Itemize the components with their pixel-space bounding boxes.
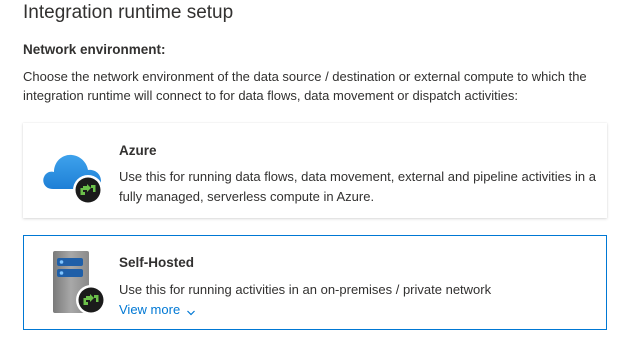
integration-runtime-setup-panel: Integration runtime setup Network enviro… bbox=[0, 0, 619, 348]
view-more-link[interactable]: View more bbox=[119, 301, 196, 319]
view-more-label: View more bbox=[119, 302, 181, 317]
option-description-self-hosted: Use this for running activities in an on… bbox=[119, 282, 492, 297]
option-description-azure: Use this for running data flows, data mo… bbox=[119, 169, 596, 204]
option-title-azure: Azure bbox=[119, 143, 157, 158]
option-title-self-hosted: Self-Hosted bbox=[119, 255, 195, 270]
network-environment-description: Choose the network environment of the da… bbox=[23, 69, 587, 103]
azure-cloud-icon bbox=[39, 137, 105, 207]
option-card-self-hosted[interactable]: Self-Hosted Use this for running activit… bbox=[23, 235, 607, 330]
option-card-azure[interactable]: Azure Use this for running data flows, d… bbox=[23, 123, 607, 218]
page-title: Integration runtime setup bbox=[23, 2, 234, 23]
chevron-down-icon bbox=[186, 305, 196, 316]
network-environment-label: Network environment: bbox=[23, 42, 166, 57]
server-icon bbox=[48, 246, 108, 318]
